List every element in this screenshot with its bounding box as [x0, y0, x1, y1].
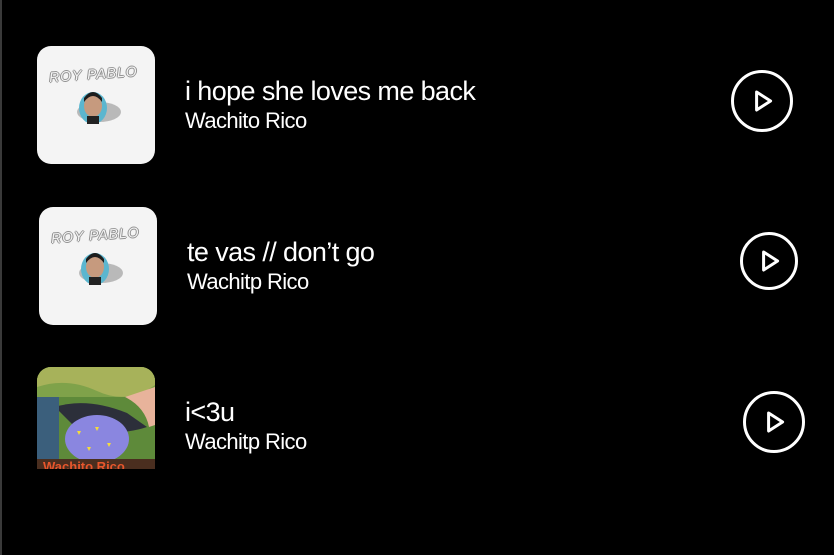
album-art: ROY PABLO — [37, 46, 155, 164]
track-artist: Wachito Rico — [185, 108, 307, 133]
track-title: i hope she loves me back — [185, 76, 476, 106]
album-art-photo: Wachito Rico — [37, 367, 155, 469]
track-meta: te vas // don’t go Wachitp Rico — [187, 236, 375, 296]
track-row[interactable]: Wachito Rico i<3u Wachitp Rico — [2, 366, 834, 486]
track-title: te vas // don’t go — [187, 237, 375, 267]
play-button[interactable] — [740, 232, 798, 290]
play-icon — [767, 411, 785, 433]
play-icon — [755, 90, 773, 112]
play-button[interactable] — [731, 70, 793, 132]
track-meta: i hope she loves me back Wachito Rico — [185, 75, 476, 135]
track-meta: i<3u Wachitp Rico — [185, 396, 307, 456]
album-art-portrait — [79, 253, 123, 285]
play-icon — [762, 250, 780, 272]
track-artist: Wachitp Rico — [187, 269, 309, 294]
play-button[interactable] — [743, 391, 805, 453]
track-artist: Wachitp Rico — [185, 429, 307, 454]
track-row[interactable]: ROY PABLO te vas // don’t go Wachitp Ric… — [2, 206, 834, 326]
album-art-portrait — [77, 92, 121, 124]
album-art: ROY PABLO — [39, 207, 157, 325]
playlist-panel: ROY PABLO i hope she loves me back Wachi… — [0, 0, 834, 555]
track-title: i<3u — [185, 397, 235, 427]
album-art: Wachito Rico — [37, 367, 155, 469]
track-row[interactable]: ROY PABLO i hope she loves me back Wachi… — [2, 45, 834, 165]
album-art-lettering: Wachito Rico — [43, 459, 125, 469]
